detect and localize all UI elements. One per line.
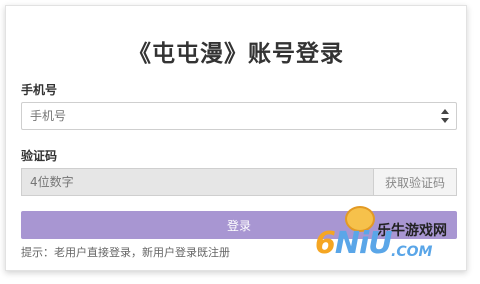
phone-label: 手机号 <box>21 83 58 97</box>
watermark-logo-main: NiU <box>334 226 393 261</box>
phone-input[interactable] <box>22 103 438 129</box>
send-code-button[interactable]: 获取验证码 <box>373 168 457 196</box>
watermark-logo-text: 6NiU <box>315 226 393 261</box>
code-input[interactable] <box>22 169 378 195</box>
arrow-up-icon[interactable] <box>441 109 449 114</box>
watermark-logo-com: .COM <box>391 244 433 260</box>
code-label: 验证码 <box>21 149 58 163</box>
arrow-down-icon[interactable] <box>441 118 449 123</box>
spinner-icon[interactable] <box>440 109 450 123</box>
watermark-logo: 乐牛游戏网 6NiU .COM <box>315 206 465 266</box>
watermark-logo-six: 6 <box>315 226 336 261</box>
page-title: 《屯屯漫》账号登录 <box>128 41 344 67</box>
hint-text: 提示：老用户直接登录，新用户登录既注册 <box>21 246 230 259</box>
code-field[interactable] <box>21 168 378 196</box>
phone-field[interactable] <box>21 102 457 130</box>
